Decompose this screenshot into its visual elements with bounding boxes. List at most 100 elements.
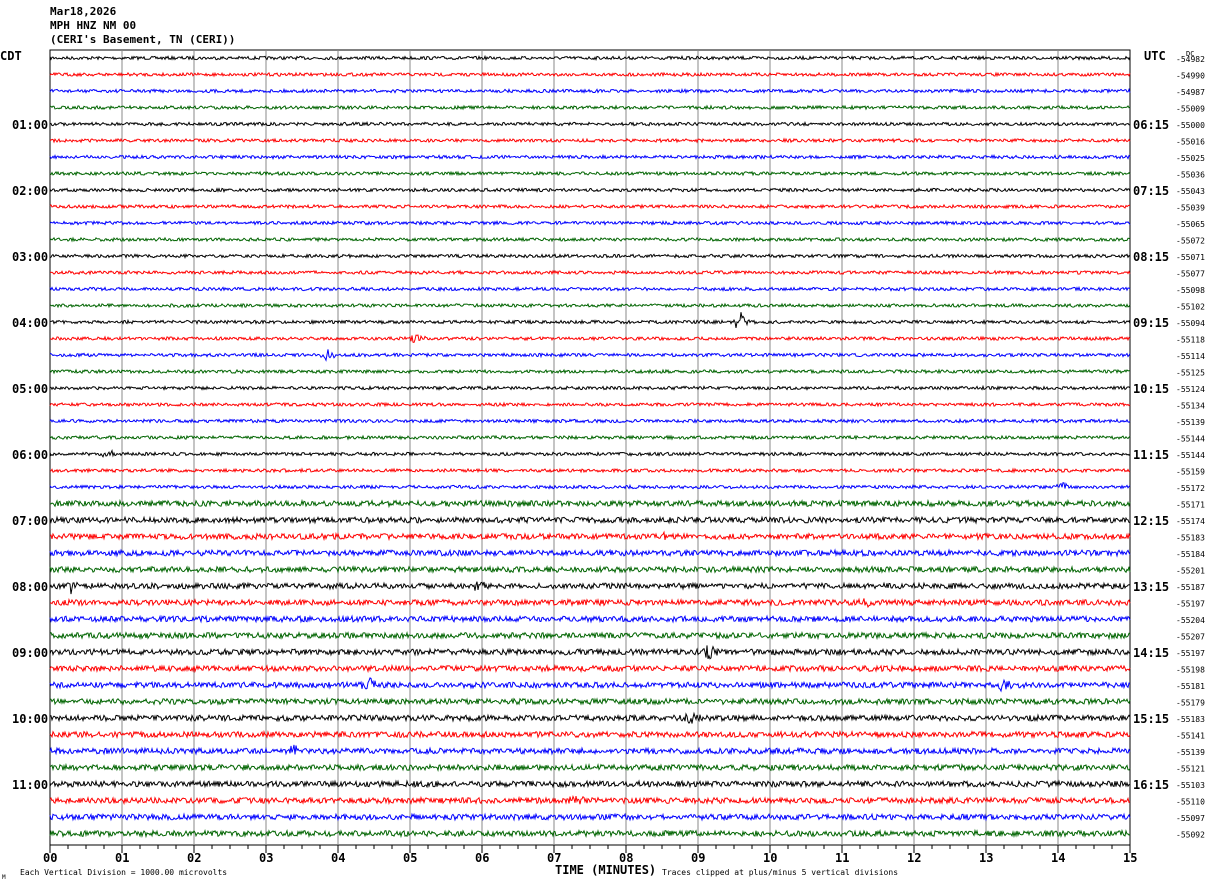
x-tick-label: 01 [115,851,129,865]
seismic-trace [49,515,1130,525]
dc-offset-label: -55144 [1176,435,1205,444]
left-hour-label: 01:00 [12,118,48,132]
x-tick-label: 00 [43,851,57,865]
footer-mark: M [2,874,6,881]
left-hour-label: 03:00 [12,250,48,264]
left-hour-label: 05:00 [12,382,48,396]
dc-offset-label: -55197 [1176,600,1205,609]
x-tick-label: 13 [979,851,993,865]
x-tick-label: 02 [187,851,201,865]
right-hour-label: 07:15 [1133,184,1169,198]
dc-offset-label: -55197 [1176,649,1205,658]
left-hour-label: 02:00 [12,184,48,198]
dc-offset-label: -55000 [1176,121,1205,130]
x-tick-label: 10 [763,851,777,865]
seismic-trace [49,614,1131,624]
left-hour-label: 09:00 [12,646,48,660]
dc-offset-label: -55114 [1176,352,1205,361]
dc-offset-label: -55144 [1176,451,1205,460]
dc-offset-label: -55043 [1176,187,1205,196]
dc-offset-label: -55110 [1176,798,1205,807]
seismic-trace [49,448,1131,458]
left-hour-label: 08:00 [12,580,48,594]
dc-offset-label: -54990 [1176,72,1205,81]
seismic-trace [49,812,1131,822]
x-tick-label: 04 [331,851,345,865]
left-hour-label: 06:00 [12,448,48,462]
seismic-trace [49,645,1131,660]
seismic-trace [49,384,1131,392]
x-tick-label: 06 [475,851,489,865]
right-hour-label: 08:15 [1133,250,1169,264]
x-axis-label: TIME (MINUTES) [555,863,656,877]
right-hour-label: 16:15 [1133,778,1169,792]
x-tick-label: 03 [259,851,273,865]
dc-offset-label: -55036 [1176,171,1205,180]
seismic-trace [49,696,1131,707]
seismic-trace [49,236,1131,243]
seismic-trace [49,828,1131,839]
seismic-trace [49,269,1131,276]
dc-offset-label: -55009 [1176,105,1205,114]
dc-offset-label: -55184 [1176,550,1205,559]
dc-offset-label: -55207 [1176,633,1205,642]
dc-offset-label: -55174 [1176,517,1205,526]
seismic-trace [49,153,1131,161]
seismic-trace [49,187,1131,193]
seismic-trace [49,779,1131,789]
seismic-trace [49,253,1131,260]
right-hour-label: 15:15 [1133,712,1169,726]
dc-offset-label: -55072 [1176,237,1205,246]
seismic-trace [49,548,1131,558]
seismic-trace [49,597,1131,609]
dc-offset-label: -55198 [1176,666,1205,675]
dc-offset-label: -55171 [1176,501,1205,510]
dc-offset-label: -55187 [1176,583,1205,592]
dc-offset-label: -55125 [1176,369,1205,378]
dc-offset-label: -55121 [1176,765,1205,774]
right-hour-label: 06:15 [1133,118,1169,132]
seismic-trace [49,219,1131,227]
x-tick-label: 08 [619,851,633,865]
dc-offset-label: -55159 [1176,468,1205,477]
seismic-trace [49,137,1131,144]
dc-offset-label: -55102 [1176,303,1205,312]
dc-offset-label: -55039 [1176,204,1205,213]
dc-offset-label: -55094 [1176,319,1205,328]
dc-offset-label: -55098 [1176,286,1205,295]
right-hour-label: 11:15 [1133,448,1169,462]
dc-offset-label: -55097 [1176,814,1205,823]
x-tick-label: 14 [1051,851,1065,865]
dc-offset-label: -55201 [1176,567,1205,576]
dc-offset-label: -55071 [1176,253,1205,262]
dc-offset-label: -54987 [1176,88,1205,97]
seismic-trace [49,285,1131,293]
dc-offset-label: -55134 [1176,402,1205,411]
left-hour-label: 10:00 [12,712,48,726]
x-tick-label: 15 [1123,851,1137,865]
scale-note: Each Vertical Division = 1000.00 microvo… [20,868,227,877]
seismic-trace [49,729,1131,740]
dc-offset-label: -55141 [1176,732,1205,741]
right-hour-label: 14:15 [1133,646,1169,660]
dc-offset-label: -55183 [1176,534,1205,543]
dc-offset-label: -55124 [1176,385,1205,394]
seismic-trace [49,302,1131,309]
right-hour-label: 10:15 [1133,382,1169,396]
dc-offset-label: -55172 [1176,484,1205,493]
left-timezone-label: CDT [0,49,22,63]
left-hour-label: 07:00 [12,514,48,528]
dc-offset-label: -55183 [1176,715,1205,724]
dc-offset-label: -55092 [1176,831,1205,840]
seismic-trace [49,87,1131,95]
seismic-trace [49,530,1131,542]
left-hour-label: 11:00 [12,778,48,792]
seismic-trace [49,467,1131,474]
dc-offset-label: -55118 [1176,336,1205,345]
x-tick-label: 11 [835,851,849,865]
dc-offset-label: -55025 [1176,154,1205,163]
seismic-trace [49,203,1131,210]
dc-offset-label: -55139 [1176,748,1205,757]
seismic-trace [49,104,1131,111]
dc-offset-label: -54982 [1176,55,1205,64]
